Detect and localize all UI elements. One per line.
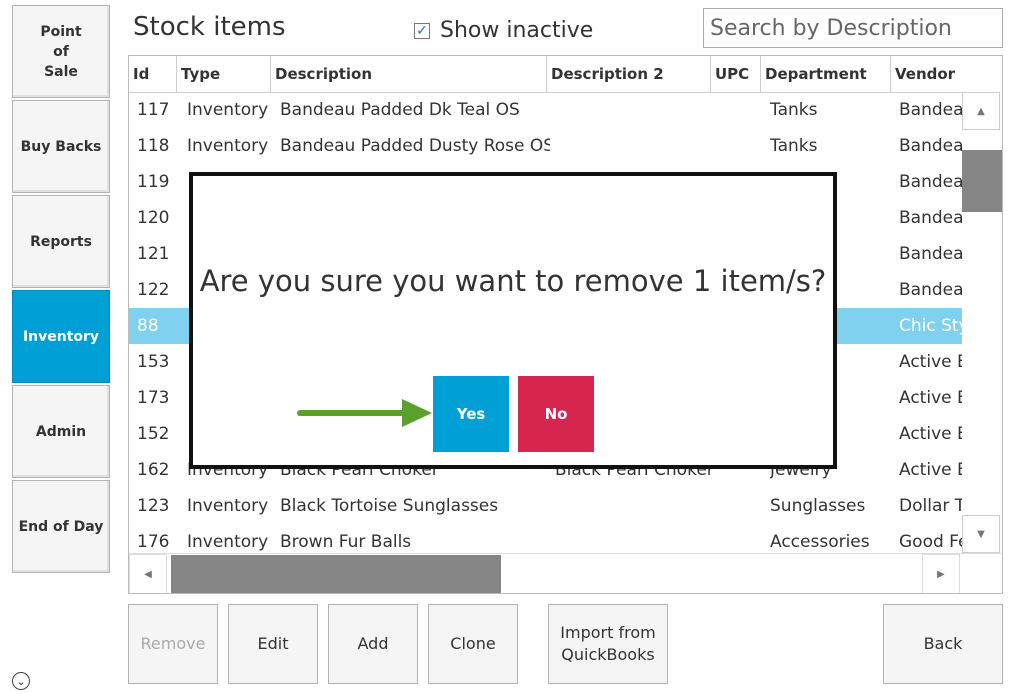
remove-button[interactable]: Remove (128, 604, 218, 684)
vertical-scrollbar[interactable]: ▲ ▼ (962, 92, 1002, 553)
horizontal-scroll-thumb[interactable] (171, 555, 501, 593)
back-button[interactable]: Back (883, 604, 1003, 684)
horizontal-scrollbar[interactable]: ◀ ▶ (129, 553, 1002, 593)
cell-upc (719, 488, 763, 524)
arrow-right-icon (297, 399, 432, 427)
cell-description2 (555, 488, 715, 524)
scroll-down-icon[interactable]: ▼ (962, 515, 1000, 553)
clone-button[interactable]: Clone (428, 604, 518, 684)
table-header: Id Type Description Description 2 UPC De… (129, 56, 1002, 93)
cell-vendor: Bandeau (899, 244, 962, 264)
cell-vendor: Bandeau (899, 208, 962, 228)
nav-point-of-sale[interactable]: Point of Sale (12, 5, 110, 98)
cell-vendor: Chic Sty (899, 316, 962, 336)
nav-inventory[interactable]: Inventory (12, 290, 110, 383)
nav-end-of-day-label: End of Day (18, 518, 104, 535)
page-title: Stock items (133, 12, 286, 42)
cell-vendor: Bandeau (899, 136, 962, 156)
col-header-id[interactable]: Id (129, 56, 177, 92)
cell-vendor: Good Fe (899, 532, 962, 552)
show-inactive-label: Show inactive (440, 18, 594, 43)
nav-admin[interactable]: Admin (12, 385, 110, 478)
cell-vendor: Active B (899, 424, 962, 444)
cell-department: Tanks (770, 136, 818, 156)
dialog-message: Are you sure you want to remove 1 item/s… (199, 264, 827, 298)
col-header-upc[interactable]: UPC (711, 56, 761, 92)
cell-id: 152 (137, 424, 170, 444)
add-button[interactable]: Add (328, 604, 418, 684)
cell-id: 120 (137, 208, 170, 228)
cell-id: 122 (137, 280, 170, 300)
cell-type: Inventory (187, 136, 269, 156)
table-row[interactable]: 118 Inventory Bandeau Padded Dusty Rose OS… (129, 128, 962, 164)
scroll-right-icon[interactable]: ▶ (922, 554, 960, 593)
table-row[interactable]: 176 Inventory Brown Fur Balls Accessories Go… (129, 524, 962, 553)
cell-id: 173 (137, 388, 170, 408)
import-quickbooks-button[interactable]: Import from QuickBooks (548, 604, 668, 684)
cell-vendor: Dollar T (899, 496, 962, 516)
cell-vendor: Active B (899, 388, 962, 408)
cell-vendor: Bandeau (899, 100, 962, 120)
cell-description: Bandeau Padded Dk Teal OS (280, 100, 520, 120)
search-input[interactable] (703, 8, 1003, 48)
cell-id: 153 (137, 352, 170, 372)
cell-id: 118 (137, 136, 170, 156)
edit-button[interactable]: Edit (228, 604, 318, 684)
nav-reports[interactable]: Reports (12, 195, 110, 288)
nav-end-of-day[interactable]: End of Day (12, 480, 110, 573)
no-button[interactable]: No (518, 376, 594, 452)
col-header-description[interactable]: Description (271, 56, 547, 92)
yes-button[interactable]: Yes (433, 376, 509, 452)
import-quickbooks-label: Import from QuickBooks (560, 623, 656, 664)
cell-id: 117 (137, 100, 170, 120)
nav-inventory-label: Inventory (22, 328, 100, 345)
cell-department: Accessories (770, 532, 870, 552)
cell-description2 (555, 524, 715, 553)
scroll-up-icon[interactable]: ▲ (962, 92, 1000, 130)
cell-type: Inventory (187, 100, 269, 120)
expand-chevron-icon[interactable]: ⌄ (12, 672, 30, 690)
cell-id: 119 (137, 172, 170, 192)
col-header-description-2[interactable]: Description 2 (547, 56, 711, 92)
col-header-type[interactable]: Type (177, 56, 271, 92)
cell-upc (719, 524, 763, 553)
cell-id: 123 (137, 496, 170, 516)
nav-admin-label: Admin (35, 423, 87, 440)
cell-vendor: Bandeau (899, 172, 962, 192)
col-header-department[interactable]: Department (761, 56, 891, 92)
cell-department: Sunglasses (770, 496, 866, 516)
cell-description: Brown Fur Balls (280, 532, 412, 552)
checkbox-check-icon[interactable]: ✓ (414, 22, 430, 39)
nav-reports-label: Reports (30, 233, 92, 250)
cell-vendor: Bandeau (899, 280, 962, 300)
cell-type: Inventory (187, 496, 269, 516)
show-inactive-toggle[interactable]: ✓ Show inactive (414, 18, 593, 43)
nav-buy-backs[interactable]: Buy Backs (12, 100, 110, 193)
nav-point-of-sale-label: Point of Sale (40, 23, 82, 80)
cell-vendor: Active B (899, 460, 962, 480)
cell-upc (719, 128, 763, 164)
cell-id: 88 (137, 316, 159, 336)
col-header-vendor[interactable]: Vendor (891, 56, 1002, 92)
scroll-left-icon[interactable]: ◀ (129, 554, 167, 593)
confirm-remove-dialog: Are you sure you want to remove 1 item/s… (189, 172, 837, 469)
cell-description2 (555, 92, 715, 128)
cell-description: Bandeau Padded Dusty Rose OS (280, 136, 550, 156)
table-row[interactable]: 117 Inventory Bandeau Padded Dk Teal OS Tan… (129, 92, 962, 128)
cell-description2 (555, 128, 715, 164)
cell-department: Tanks (770, 100, 818, 120)
cell-id: 176 (137, 532, 170, 552)
cell-upc (719, 92, 763, 128)
cell-description: Black Tortoise Sunglasses (280, 496, 499, 516)
vertical-scroll-thumb[interactable] (962, 150, 1002, 212)
cell-id: 162 (137, 460, 170, 480)
table-row[interactable]: 123 Inventory Black Tortoise Sunglasses Sun… (129, 488, 962, 524)
cell-vendor: Active B (899, 352, 962, 372)
nav-buy-backs-label: Buy Backs (20, 138, 102, 155)
cell-type: Inventory (187, 532, 269, 552)
cell-id: 121 (137, 244, 170, 264)
